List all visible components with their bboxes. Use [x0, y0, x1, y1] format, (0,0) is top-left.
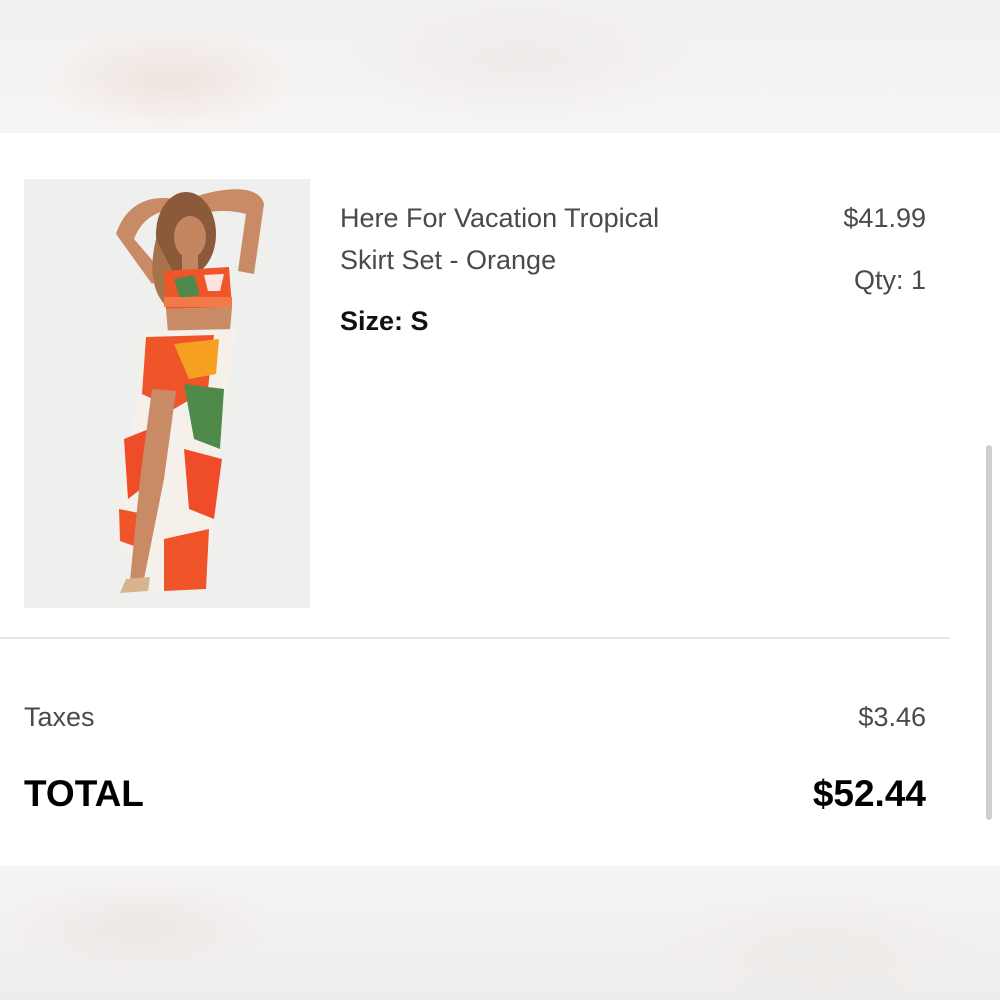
taxes-value: $3.46	[858, 702, 926, 732]
product-name[interactable]: Here For Vacation Tropical Skirt Set - O…	[340, 197, 720, 281]
product-size: Size: S	[340, 306, 429, 336]
total-label: TOTAL	[24, 773, 144, 814]
product-price: $41.99	[843, 203, 926, 233]
screenshot-stage: Here For Vacation Tropical Skirt Set - O…	[0, 0, 1000, 1000]
summary-divider	[0, 637, 950, 639]
taxes-label: Taxes	[24, 702, 95, 732]
total-value: $52.44	[812, 773, 926, 814]
background-blur-top	[0, 0, 1000, 133]
product-quantity: Qty: 1	[853, 265, 926, 295]
product-photo-illustration	[24, 179, 310, 608]
background-blur-bottom	[0, 866, 1000, 1000]
product-image[interactable]	[24, 179, 310, 608]
order-summary-card: Here For Vacation Tropical Skirt Set - O…	[0, 133, 1000, 866]
scrollbar-thumb[interactable]	[986, 445, 992, 820]
